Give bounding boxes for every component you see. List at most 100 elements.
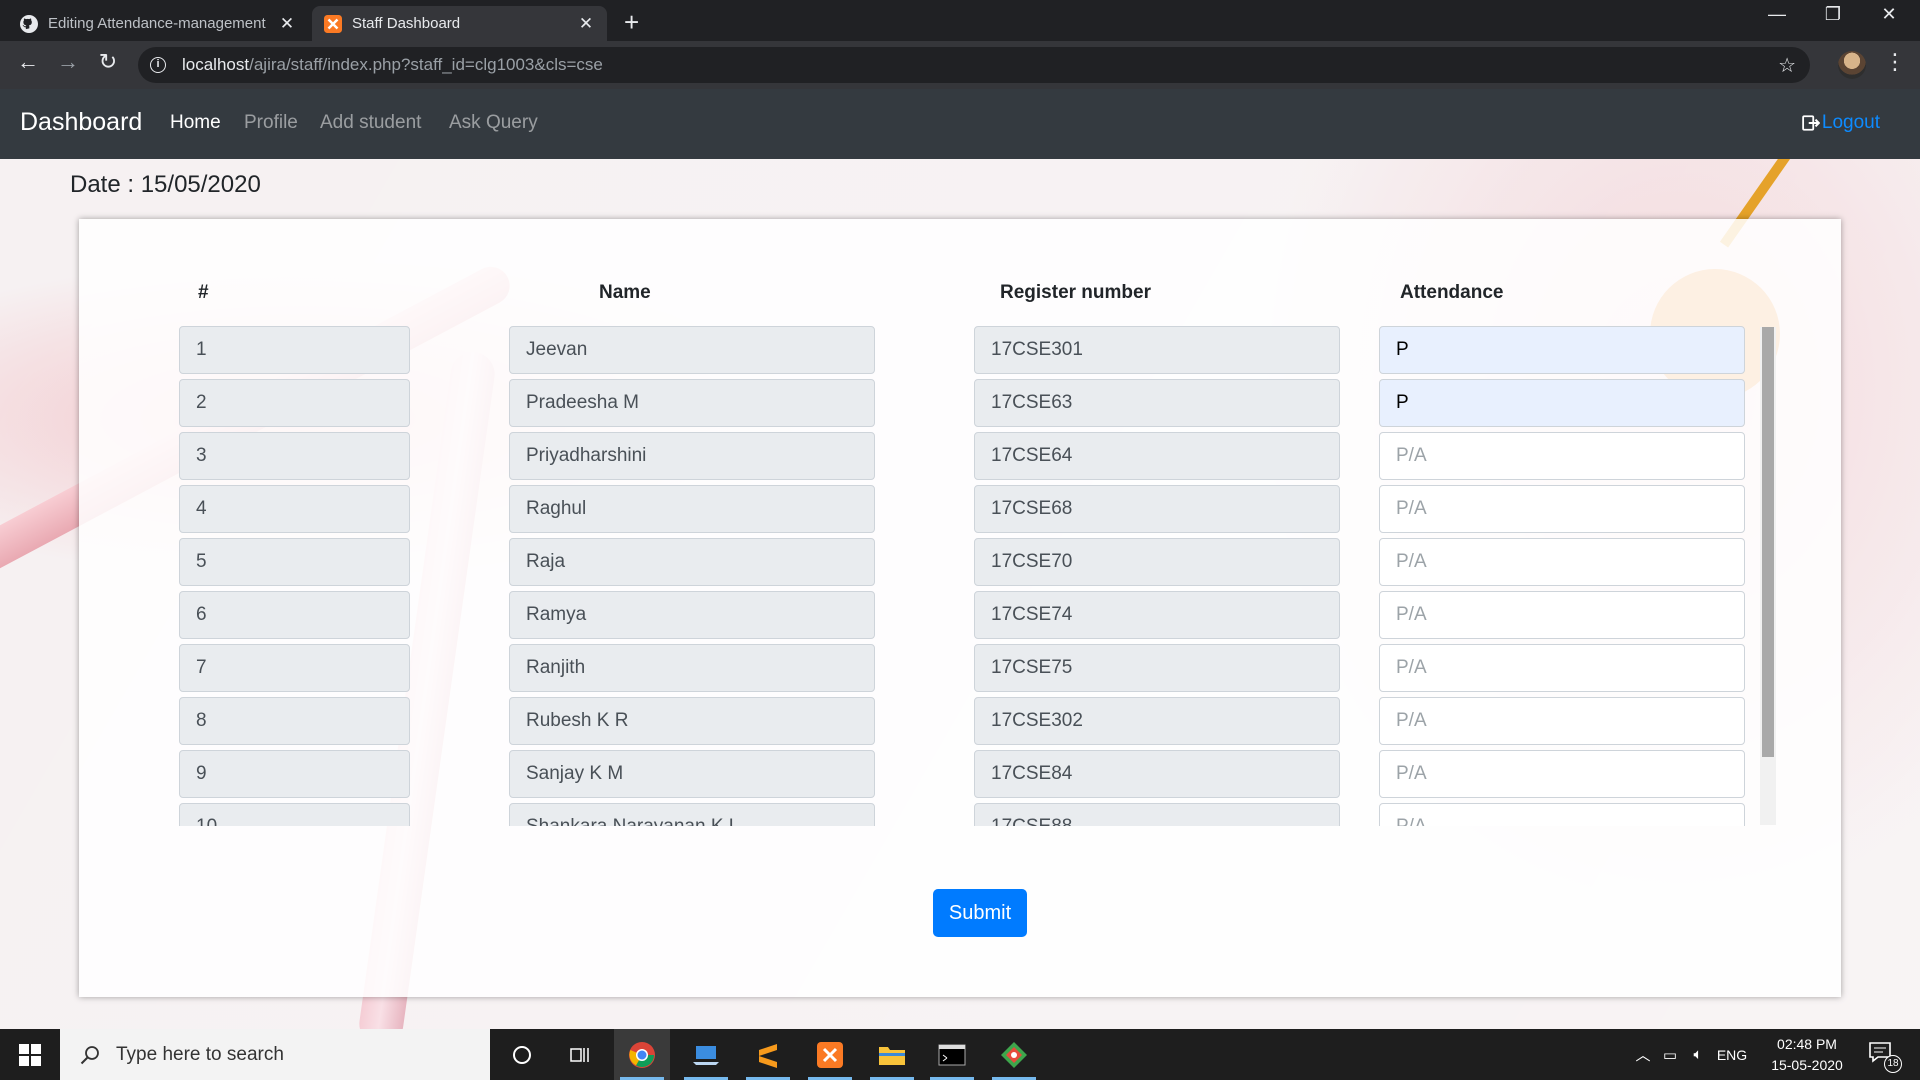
attendance-input[interactable]: P/A — [1379, 591, 1745, 639]
row-number-field: 9 — [179, 750, 410, 798]
student-rows-scroll[interactable]: 1 Jeevan 17CSE301 P 2 Pradeesha M 17CSE63 P 3 Pri… — [179, 326, 1761, 826]
task-view-icon[interactable] — [552, 1029, 608, 1080]
windows-start-icon[interactable] — [0, 1029, 60, 1080]
table-row: 9 Sanjay K M 17CSE84 P/A — [179, 750, 1761, 798]
attendance-input[interactable]: P/A — [1379, 538, 1745, 586]
system-tray: ︿ ▭ 🔈︎ ENG — [1630, 1029, 1752, 1080]
table-row: 7 Ranjith 17CSE75 P/A — [179, 644, 1761, 692]
url-text: localhost/ajira/staff/index.php?staff_id… — [182, 55, 603, 74]
tab-editing-attendance[interactable]: Editing Attendance-management ✕ — [8, 6, 308, 41]
register-number-field: 17CSE302 — [974, 697, 1340, 745]
student-name-field: Pradeesha M — [509, 379, 875, 427]
nav-profile[interactable]: Profile — [244, 112, 298, 134]
tray-expand-icon[interactable]: ︿ — [1630, 1044, 1656, 1065]
register-number-field: 17CSE63 — [974, 379, 1340, 427]
laptop-app-icon[interactable] — [678, 1029, 734, 1080]
address-bar: ← → ↻ i localhost/ajira/staff/index.php?… — [0, 41, 1920, 89]
notification-count: 18 — [1884, 1055, 1902, 1073]
attendance-input[interactable]: P — [1379, 326, 1745, 374]
clock-date: 15-05-2020 — [1771, 1057, 1843, 1073]
attendance-card: # Name Register number Attendance 1 Jeeva… — [79, 219, 1841, 997]
file-explorer-icon[interactable] — [864, 1029, 920, 1080]
cortana-icon[interactable] — [494, 1029, 550, 1080]
student-name-field: Ranjith — [509, 644, 875, 692]
row-number-field: 3 — [179, 432, 410, 480]
sublime-text-icon[interactable] — [740, 1029, 796, 1080]
row-number-field: 5 — [179, 538, 410, 586]
attendance-input[interactable]: P/A — [1379, 432, 1745, 480]
logout-label: Logout — [1821, 112, 1880, 133]
url-input[interactable]: i localhost/ajira/staff/index.php?staff_… — [138, 47, 1810, 83]
bookmark-star-icon[interactable]: ☆ — [1778, 53, 1796, 78]
tab-label: Staff Dashboard — [352, 15, 461, 32]
student-name-field: Rubesh K R — [509, 697, 875, 745]
attendance-input[interactable]: P/A — [1379, 803, 1745, 826]
git-tool-icon[interactable] — [986, 1029, 1042, 1080]
date-label: Date : — [70, 171, 135, 198]
xampp-icon — [324, 14, 342, 33]
table-row: 6 Ramya 17CSE74 P/A — [179, 591, 1761, 639]
register-number-field: 17CSE301 — [974, 326, 1340, 374]
logout-link[interactable]: Logout — [1802, 112, 1880, 134]
date-display: Date : 15/05/2020 — [70, 171, 261, 199]
battery-icon[interactable]: ▭ — [1656, 1046, 1684, 1064]
restore-icon[interactable]: ❐ — [1810, 4, 1856, 25]
header-name: Name — [599, 282, 651, 303]
taskbar-search-input[interactable]: Type here to search — [60, 1029, 490, 1080]
attendance-input[interactable]: P/A — [1379, 750, 1745, 798]
date-value: 15/05/2020 — [140, 171, 261, 198]
close-window-icon[interactable]: ✕ — [1866, 4, 1912, 25]
tab-close-icon[interactable]: ✕ — [278, 14, 296, 34]
register-number-field: 17CSE68 — [974, 485, 1340, 533]
clock-time: 02:48 PM — [1777, 1036, 1837, 1052]
clock[interactable]: 02:48 PM 15-05-2020 — [1752, 1034, 1862, 1076]
attendance-input[interactable]: P/A — [1379, 644, 1745, 692]
nav-home[interactable]: Home — [170, 112, 221, 134]
header-register: Register number — [1000, 282, 1151, 303]
table-row: 10 Shankara Narayanan K L 17CSE88 P/A — [179, 803, 1761, 826]
register-number-field: 17CSE84 — [974, 750, 1340, 798]
register-number-field: 17CSE74 — [974, 591, 1340, 639]
reload-icon[interactable]: ↻ — [92, 49, 124, 75]
terminal-icon[interactable] — [924, 1029, 980, 1080]
tab-close-icon[interactable]: ✕ — [577, 14, 595, 34]
submit-button[interactable]: Submit — [933, 889, 1027, 937]
scrollbar-thumb[interactable] — [1762, 327, 1774, 757]
attendance-input[interactable]: P/A — [1379, 485, 1745, 533]
student-name-field: Priyadharshini — [509, 432, 875, 480]
nav-add-student[interactable]: Add student — [320, 112, 421, 134]
volume-icon[interactable]: 🔈︎ — [1684, 1046, 1712, 1063]
xampp-taskbar-icon[interactable] — [802, 1029, 858, 1080]
row-number-field: 7 — [179, 644, 410, 692]
notification-icon[interactable]: 18 — [1868, 1041, 1902, 1073]
attendance-input[interactable]: P/A — [1379, 697, 1745, 745]
chrome-icon[interactable] — [614, 1029, 670, 1080]
minimize-icon[interactable]: — — [1754, 4, 1800, 25]
nav-ask-query[interactable]: Ask Query — [449, 112, 538, 134]
info-icon[interactable]: i — [150, 57, 166, 73]
row-number-field: 8 — [179, 697, 410, 745]
attendance-input[interactable]: P — [1379, 379, 1745, 427]
tab-staff-dashboard[interactable]: Staff Dashboard ✕ — [312, 6, 607, 41]
search-placeholder: Type here to search — [116, 1043, 284, 1065]
tab-label: Editing Attendance-management — [48, 15, 266, 32]
row-number-field: 6 — [179, 591, 410, 639]
back-arrow-icon[interactable]: ← — [12, 49, 44, 75]
forward-arrow-icon[interactable]: → — [52, 49, 84, 75]
new-tab-button[interactable]: + — [624, 7, 639, 38]
table-row: 4 Raghul 17CSE68 P/A — [179, 485, 1761, 533]
row-number-field: 10 — [179, 803, 410, 826]
student-name-field: Raja — [509, 538, 875, 586]
profile-avatar[interactable] — [1838, 51, 1866, 79]
navbar-brand[interactable]: Dashboard — [20, 108, 142, 137]
logout-icon — [1802, 115, 1820, 131]
scrollbar[interactable] — [1760, 327, 1776, 825]
menu-kebab-icon[interactable]: ⋮ — [1884, 49, 1906, 75]
student-name-field: Raghul — [509, 485, 875, 533]
table-row: 3 Priyadharshini 17CSE64 P/A — [179, 432, 1761, 480]
row-number-field: 4 — [179, 485, 410, 533]
row-number-field: 1 — [179, 326, 410, 374]
language-indicator[interactable]: ENG — [1712, 1047, 1752, 1063]
table-row: 5 Raja 17CSE70 P/A — [179, 538, 1761, 586]
windows-taskbar: Type here to search ︿ ▭ 🔈︎ ENG 02:48 PM … — [0, 1029, 1920, 1080]
